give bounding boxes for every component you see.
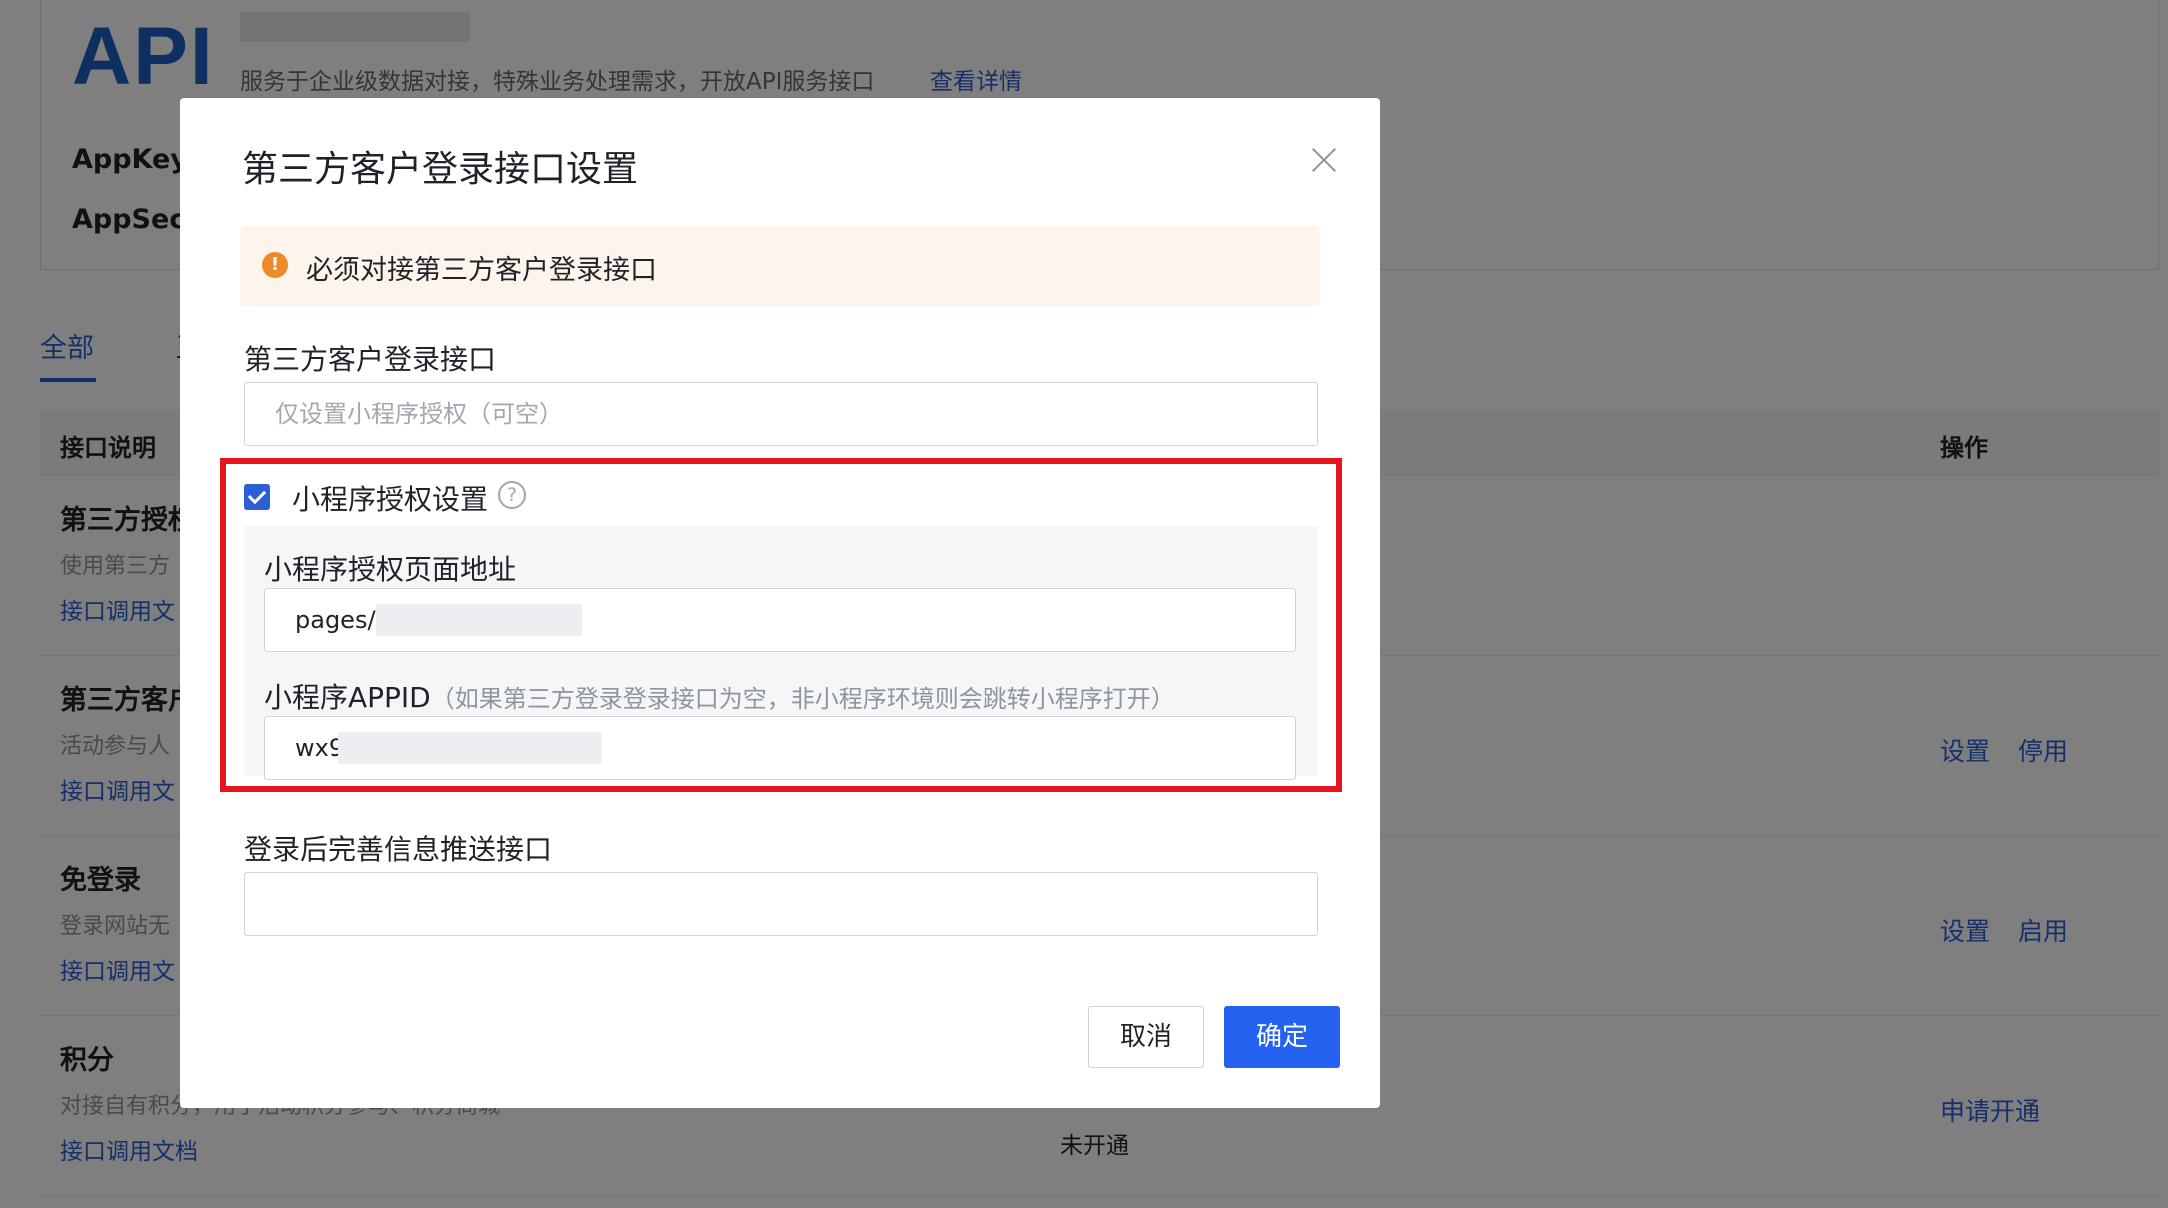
push-api-input[interactable] [244, 872, 1318, 936]
mini-auth-checkbox-label[interactable]: 小程序授权设置 [292, 478, 488, 518]
push-api-label: 登录后完善信息推送接口 [244, 833, 553, 866]
redacted-value-mask [376, 604, 582, 636]
warning-icon: ! [262, 252, 288, 278]
close-icon[interactable] [1310, 146, 1338, 174]
warning-alert: ! 必须对接第三方客户登录接口 [240, 226, 1320, 306]
confirm-button[interactable]: 确定 [1224, 1006, 1340, 1068]
appid-hint: （如果第三方登录登录接口为空，非小程序环境则会跳转小程序打开） [430, 685, 1175, 713]
alert-text: 必须对接第三方客户登录接口 [306, 255, 657, 286]
help-icon[interactable]: ? [498, 481, 526, 509]
redacted-value-mask [338, 732, 602, 764]
login-api-settings-dialog: 第三方客户登录接口设置 ! 必须对接第三方客户登录接口 第三方客户登录接口 小程… [180, 98, 1380, 1108]
mini-auth-checkbox[interactable] [244, 484, 270, 510]
login-api-input[interactable] [244, 382, 1318, 446]
auth-page-label: 小程序授权页面地址 [264, 553, 517, 586]
appid-label: 小程序APPID [264, 681, 431, 714]
appid-label-row: 小程序APPID（如果第三方登录登录接口为空，非小程序环境则会跳转小程序打开） [264, 676, 1175, 716]
cancel-button[interactable]: 取消 [1088, 1006, 1204, 1068]
login-api-label: 第三方客户登录接口 [244, 343, 497, 376]
dialog-title: 第三方客户登录接口设置 [242, 149, 639, 190]
